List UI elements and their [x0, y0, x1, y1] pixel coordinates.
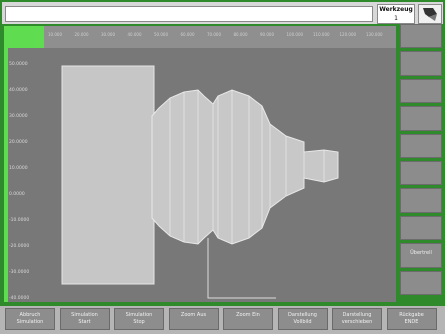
- top-scale-tick: 40.000: [127, 32, 142, 37]
- side-softkey-2[interactable]: [400, 51, 442, 76]
- top-scale-tick: 120.000: [339, 32, 357, 37]
- side-softkey-9[interactable]: Übertrell: [400, 243, 442, 268]
- softkey-label-line: Darstellung: [342, 312, 372, 318]
- top-scale-tick: 130.000: [366, 32, 383, 37]
- softkey-label-line: Simulation: [125, 312, 153, 318]
- side-softkey-8[interactable]: [400, 215, 442, 241]
- softkey-label-line: Abbruch: [19, 312, 41, 318]
- softkey-label-line: Vollbild: [293, 319, 312, 325]
- softkey-label-line: Simulation: [16, 319, 44, 325]
- top-scale-tick: 70.000: [207, 32, 221, 37]
- zoom-in-button[interactable]: Zoom Ein: [223, 308, 273, 330]
- softkey-label-line: Stop: [133, 319, 145, 325]
- softkey-label-line: Simulation: [71, 312, 98, 318]
- fullscreen-view-button[interactable]: Darstellung Vollbild: [277, 308, 328, 330]
- zoom-out-button[interactable]: Zoom Aus: [168, 308, 219, 330]
- side-softkey-1[interactable]: [400, 24, 442, 49]
- side-softkey-4[interactable]: [400, 106, 442, 131]
- softkey-label-line: Zoom Aus: [180, 312, 207, 318]
- side-softkey-7[interactable]: [400, 188, 442, 213]
- side-softkey-label: Übertrell: [410, 250, 432, 257]
- top-scale-tick: 50.000: [154, 32, 168, 37]
- side-softkey-5[interactable]: [400, 133, 442, 158]
- softkey-label-line: ENDE: [404, 319, 419, 325]
- move-view-button[interactable]: Darstellung verschieben: [332, 308, 382, 330]
- top-scale-tick: 110.000: [313, 32, 330, 37]
- softkey-label-line: verschieben: [341, 319, 373, 325]
- status-field: [5, 6, 373, 22]
- ruler-corner: [4, 26, 44, 48]
- top-scale-tick: 10.000: [48, 32, 62, 37]
- side-softkey-6[interactable]: [400, 161, 442, 186]
- softkey-label-line: Darstellung: [288, 312, 317, 318]
- abort-simulation-button[interactable]: Abbruch Simulation: [5, 308, 55, 330]
- werkzeug-indicator: Werkzeug 1: [377, 4, 415, 24]
- simulation-screen: Werkzeug 1 10.000 20.000 30.000 40.000 50.00…: [0, 0, 445, 334]
- werkzeug-value: 1: [394, 15, 398, 22]
- cutting-tool-icon: [418, 4, 442, 24]
- top-scale: 10.000 20.000 30.000 40.000 50.000 60.000 70.0…: [44, 26, 396, 48]
- return-end-button[interactable]: Rückgabe ENDE: [386, 308, 437, 330]
- tool-path: [207, 238, 276, 299]
- turned-profile: [151, 89, 339, 245]
- workpiece-drawing: [61, 65, 339, 299]
- top-scale-tick: 90.000: [260, 32, 274, 37]
- top-bar: Werkzeug 1: [2, 2, 443, 24]
- softkey-label-line: Start: [78, 319, 91, 325]
- softkey-label-line: Rückgabe: [399, 312, 424, 318]
- start-simulation-button[interactable]: Simulation Start: [59, 308, 110, 330]
- top-scale-tick: 20.000: [74, 32, 89, 37]
- top-scale-tick: 80.000: [233, 32, 248, 37]
- stop-simulation-button[interactable]: Simulation Stop: [114, 308, 164, 330]
- side-softkey-3[interactable]: [400, 78, 442, 104]
- werkzeug-label: Werkzeug: [379, 6, 413, 13]
- top-scale-tick: 60.000: [180, 32, 195, 37]
- top-scale-tick: 100.000: [286, 32, 304, 37]
- workpiece-stock: [61, 65, 155, 285]
- top-scale-tick: 30.000: [101, 32, 115, 37]
- simulation-viewport[interactable]: 50.0000 40.0000 30.0000 20.0000 10.0000 0.000…: [4, 48, 396, 302]
- side-softkey-10[interactable]: [400, 270, 442, 295]
- softkey-label-line: Zoom Ein: [236, 312, 260, 318]
